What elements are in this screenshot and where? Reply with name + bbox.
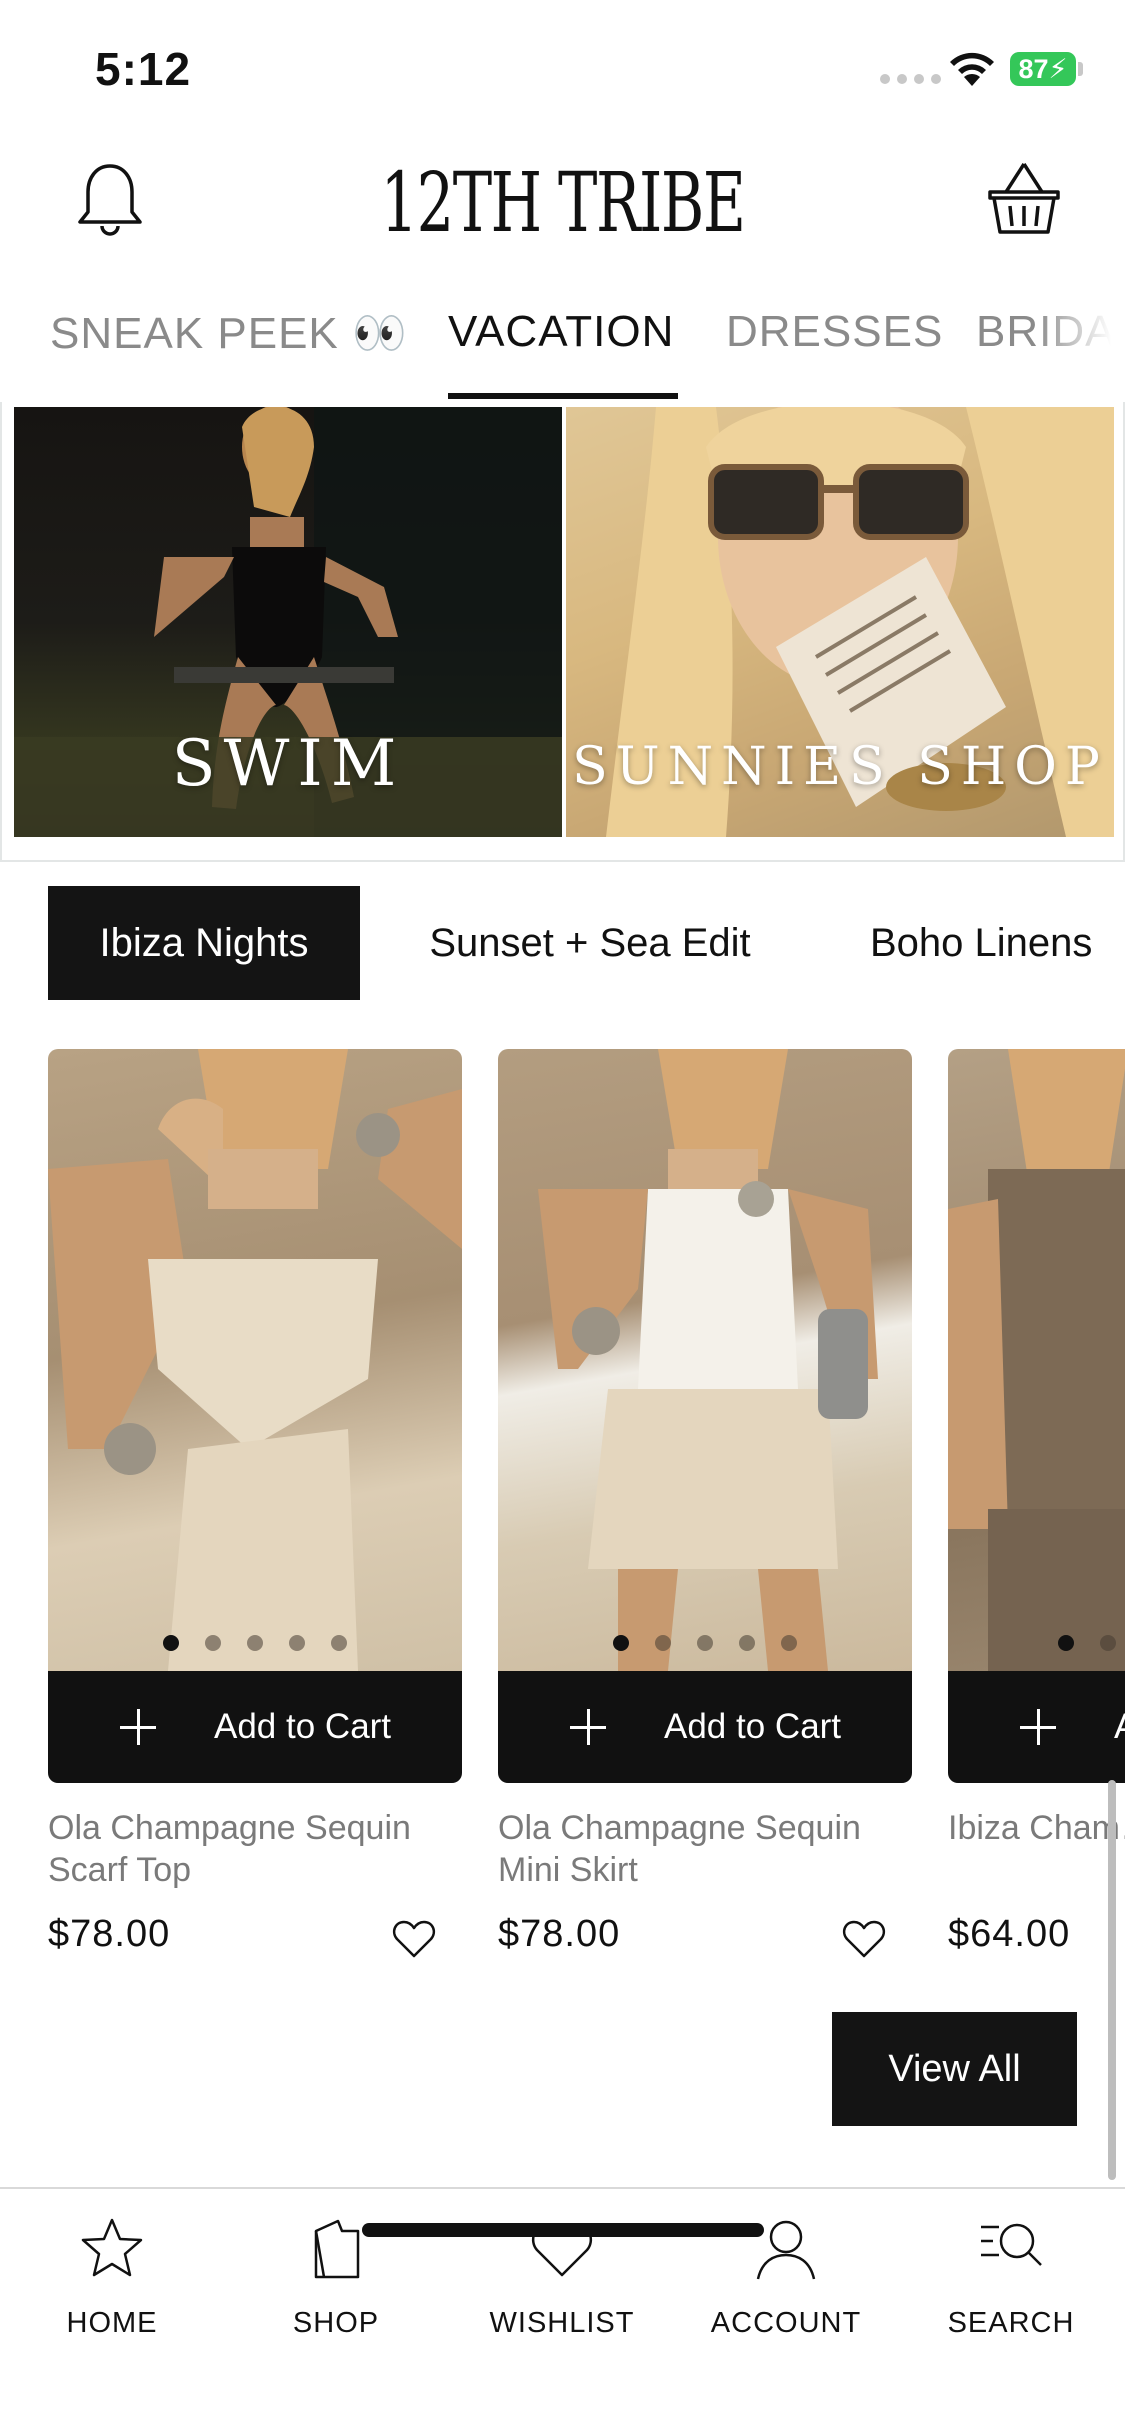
- product-photo: [48, 1049, 462, 1671]
- swim-banner[interactable]: SWIM: [14, 407, 562, 837]
- star-icon: [81, 2218, 143, 2277]
- nav-wishlist-label: WISHLIST: [489, 2307, 635, 2339]
- product-name[interactable]: Ola Champagne Sequin Mini Skirt: [498, 1807, 912, 1891]
- add-to-cart-button[interactable]: Add to Cart: [948, 1671, 1125, 1783]
- tab-vacation[interactable]: VACATION: [448, 307, 674, 357]
- product-card: Add to Cart Ola Champagne Sequin Scarf T…: [48, 1049, 462, 1959]
- tab-dresses[interactable]: DRESSES: [726, 307, 943, 357]
- cellular-signal-icon: [880, 74, 941, 84]
- bottom-nav: HOME SHOP WISHLIST ACCOUNT SEARCH: [0, 2187, 1125, 2436]
- product-price: $64.00: [948, 1913, 1071, 1955]
- search-icon: [981, 2223, 1042, 2266]
- tabs-fade: [1035, 295, 1125, 405]
- sunnies-banner[interactable]: SUNNIES SHOP: [566, 407, 1114, 837]
- nav-shop-label: SHOP: [292, 2307, 380, 2339]
- collection-pills: Ibiza Nights Sunset + Sea Edit Boho Line…: [0, 886, 1125, 1002]
- battery-tip: [1078, 62, 1083, 76]
- nav-search[interactable]: SEARCH: [921, 2215, 1101, 2340]
- product-image[interactable]: [948, 1049, 1125, 1671]
- scrollbar[interactable]: [1108, 1780, 1116, 2180]
- tab-sneak-peek[interactable]: SNEAK PEEK 👀: [50, 307, 408, 359]
- status-bar: 5:12 87 ⚡: [0, 0, 1125, 130]
- view-all-button[interactable]: View All: [832, 2012, 1077, 2126]
- product-image[interactable]: [498, 1049, 912, 1671]
- plus-icon: [1020, 1709, 1056, 1745]
- product-photo: [538, 1049, 878, 1671]
- basket-icon[interactable]: [986, 158, 1062, 238]
- promo-banners: SWIM SUNNIES SHOP: [0, 402, 1125, 862]
- category-tabs: SNEAK PEEK 👀 VACATION DRESSES BRIDA: [0, 295, 1125, 405]
- home-indicator: [362, 2223, 764, 2237]
- plus-icon: [570, 1709, 606, 1745]
- plus-icon: [120, 1709, 156, 1745]
- brand-logo[interactable]: 12TH TRIBE: [380, 148, 745, 258]
- image-pagination[interactable]: [498, 1635, 912, 1651]
- swim-banner-label: SWIM: [171, 727, 405, 801]
- status-time: 5:12: [95, 43, 192, 95]
- product-photo: [948, 1049, 1125, 1671]
- battery-level: 87: [1018, 53, 1049, 84]
- wishlist-heart-icon[interactable]: [842, 1919, 886, 1959]
- pill-ibiza-nights[interactable]: Ibiza Nights: [48, 886, 360, 1000]
- bag-icon: [314, 2219, 360, 2279]
- app-header: 12TH TRIBE: [0, 130, 1125, 270]
- product-name[interactable]: Ola Champagne Sequin Scarf Top: [48, 1807, 462, 1891]
- battery-icon: 87 ⚡: [1010, 52, 1076, 86]
- pill-boho-linens[interactable]: Boho Linens: [840, 886, 1125, 1000]
- product-image[interactable]: [48, 1049, 462, 1671]
- image-pagination[interactable]: [48, 1635, 462, 1651]
- add-to-cart-button[interactable]: Add to Cart: [48, 1671, 462, 1783]
- product-name[interactable]: Ibiza Cham… Halter Top: [948, 1807, 1125, 1891]
- sunnies-banner-label: SUNNIES SHOP: [572, 737, 1108, 797]
- nav-home-label: HOME: [66, 2307, 158, 2339]
- pill-sunset-sea-edit[interactable]: Sunset + Sea Edit: [400, 886, 780, 1000]
- nav-account-label: ACCOUNT: [710, 2307, 862, 2339]
- nav-search-label: SEARCH: [947, 2307, 1075, 2339]
- product-card: Add to Cart Ola Champagne Sequin Mini Sk…: [498, 1049, 912, 1959]
- wishlist-heart-icon[interactable]: [392, 1919, 436, 1959]
- add-to-cart-button[interactable]: Add to Cart: [498, 1671, 912, 1783]
- product-carousel: Add to Cart Ola Champagne Sequin Scarf T…: [0, 1049, 1125, 1989]
- bell-icon[interactable]: [74, 160, 146, 240]
- active-tab-underline: [448, 393, 678, 399]
- nav-home[interactable]: HOME: [22, 2215, 202, 2340]
- wifi-icon: [950, 52, 994, 86]
- product-card: Add to Cart Ibiza Cham… Halter Top $64.0…: [948, 1049, 1125, 1956]
- image-pagination[interactable]: [948, 1635, 1125, 1651]
